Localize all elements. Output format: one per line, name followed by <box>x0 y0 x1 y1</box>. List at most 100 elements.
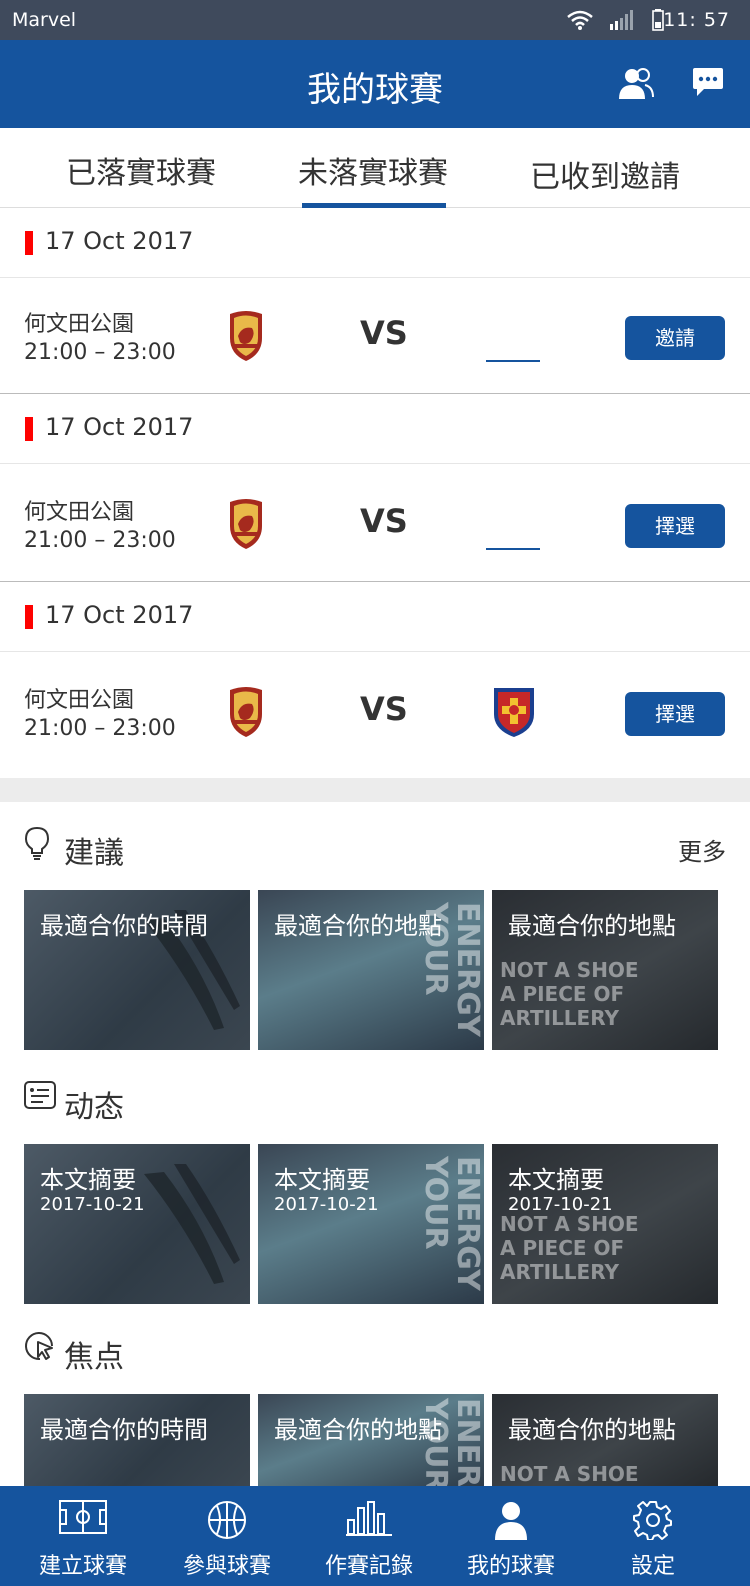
tab-unconfirmed[interactable]: 未落實球賽 <box>298 148 448 192</box>
suggestion-card[interactable]: YOUR ENERGY 最適合你的地點 <box>258 890 484 1050</box>
focus-card[interactable]: NOT A SHOE 最適合你的地點 <box>492 1394 718 1486</box>
match-row: 何文田公園 21:00 – 23:00 VS 邀請 <box>0 276 750 394</box>
focus-header: 焦点 <box>0 1330 750 1375</box>
match-venue: 何文田公園 <box>24 500 135 525</box>
tab-invitations[interactable]: 已收到邀請 <box>530 152 680 196</box>
legs-image-icon <box>144 1164 240 1284</box>
match-row: 何文田公園 21:00 – 23:00 VS 擇選 <box>0 464 750 582</box>
section-title: 焦点 <box>64 1340 124 1375</box>
card-title: 最適合你的地點 <box>274 912 442 940</box>
suggestions-header: 建議 更多 <box>0 826 750 871</box>
versus-label: VS <box>360 502 408 540</box>
match-venue: 何文田公園 <box>24 688 135 713</box>
match-venue: 何文田公園 <box>24 312 135 337</box>
match-tabs: 已落實球賽 未落實球賽 已收到邀請 <box>0 128 750 208</box>
tabbar-item-create-match[interactable]: 建立球賽 <box>8 1486 158 1586</box>
away-team-placeholder <box>486 360 540 362</box>
card-overlay-text: ENERGY <box>450 1156 484 1291</box>
clock: 11: 57 <box>663 9 730 31</box>
more-link[interactable]: 更多 <box>678 832 726 867</box>
select-button[interactable]: 擇選 <box>625 504 725 548</box>
tabbar-item-records[interactable]: 作賽記錄 <box>294 1486 444 1586</box>
tabbar-item-my-matches[interactable]: 我的球賽 <box>436 1486 586 1586</box>
card-overlay-text: YOUR <box>418 1156 453 1250</box>
section-title: 建議 <box>64 836 124 871</box>
ball-icon <box>208 1501 246 1539</box>
card-overlay-text: NOT A SHOE <box>500 958 639 982</box>
card-title: 最適合你的時間 <box>40 1416 208 1444</box>
card-title: 最適合你的地點 <box>508 1416 676 1444</box>
invite-button[interactable]: 邀請 <box>625 316 725 360</box>
date-marker <box>25 605 33 629</box>
suggestion-card[interactable]: NOT A SHOE A PIECE OF ARTILLERY 最適合你的地點 <box>492 890 718 1050</box>
focus-card[interactable]: 最適合你的時間 <box>24 1394 250 1486</box>
card-title: 最適合你的地點 <box>508 912 676 940</box>
news-header: 动态 <box>0 1080 750 1125</box>
card-title: 本文摘要 <box>274 1166 370 1194</box>
suggestion-card[interactable]: 最適合你的時間 <box>24 890 250 1050</box>
tabbar-label: 我的球賽 <box>466 1554 555 1579</box>
home-team-crest-icon <box>230 687 262 737</box>
match-time: 21:00 – 23:00 <box>24 716 176 741</box>
card-overlay-text: NOT A SHOE <box>500 1212 639 1236</box>
card-title: 最適合你的時間 <box>40 912 208 940</box>
home-team-crest-icon <box>230 311 262 361</box>
date-marker <box>25 417 33 441</box>
tabbar-label: 參與球賽 <box>182 1554 271 1579</box>
match-time: 21:00 – 23:00 <box>24 528 176 553</box>
select-button[interactable]: 擇選 <box>625 692 725 736</box>
card-title: 最適合你的地點 <box>274 1416 442 1444</box>
news-card[interactable]: NOT A SHOE A PIECE OF ARTILLERY 本文摘要 201… <box>492 1144 718 1304</box>
cursor-target-icon <box>25 1332 53 1361</box>
home-team-crest-icon <box>230 499 262 549</box>
stats-icon <box>346 1501 392 1536</box>
gear-icon <box>633 1501 672 1540</box>
tabbar-label: 建立球賽 <box>38 1554 127 1579</box>
card-overlay-text: A PIECE OF ARTILLERY <box>500 982 625 1030</box>
bottom-tab-bar: 建立球賽 參與球賽 作賽記錄 我的球賽 設定 <box>0 1486 750 1586</box>
versus-label: VS <box>360 314 408 352</box>
card-title: 本文摘要 <box>508 1166 604 1194</box>
section-title: 动态 <box>64 1090 124 1125</box>
field-icon <box>59 1500 107 1534</box>
match-date-row: 17 Oct 2017 <box>0 582 750 652</box>
tabbar-label: 作賽記錄 <box>324 1554 413 1579</box>
news-card[interactable]: 本文摘要 2017-10-21 <box>24 1144 250 1304</box>
status-bar: Marvel 11: 57 <box>0 0 750 40</box>
match-date-row: 17 Oct 2017 <box>0 394 750 464</box>
chat-icon[interactable] <box>692 66 724 98</box>
signal-icon <box>610 10 633 30</box>
card-overlay-text: NOT A SHOE <box>500 1462 639 1486</box>
card-overlay-text: ENERGY <box>450 902 484 1037</box>
wifi-icon <box>567 10 593 30</box>
away-team-placeholder <box>486 548 540 550</box>
lightbulb-icon <box>24 826 50 860</box>
versus-label: VS <box>360 690 408 728</box>
section-separator <box>0 778 750 802</box>
card-date: 2017-10-21 <box>40 1194 145 1215</box>
card-date: 2017-10-21 <box>508 1194 613 1215</box>
match-row: 何文田公園 21:00 – 23:00 VS 擇選 <box>0 652 750 770</box>
app-header: 我的球賽 <box>0 40 750 128</box>
news-card[interactable]: YOUR ENERGY 本文摘要 2017-10-21 <box>258 1144 484 1304</box>
match-date: 17 Oct 2017 <box>45 601 194 629</box>
tab-confirmed[interactable]: 已落實球賽 <box>66 148 216 192</box>
battery-icon <box>652 9 664 31</box>
carrier-name: Marvel <box>12 9 77 31</box>
card-date: 2017-10-21 <box>274 1194 379 1215</box>
card-overlay-text: ENERGY <box>450 1398 484 1486</box>
users-icon[interactable] <box>618 66 654 100</box>
date-marker <box>25 231 33 255</box>
away-team-crest-icon <box>494 688 534 737</box>
tabbar-label: 設定 <box>630 1554 675 1579</box>
focus-card[interactable]: YOUR ENERGY 最適合你的地點 <box>258 1394 484 1486</box>
tabbar-item-join-match[interactable]: 參與球賽 <box>152 1486 302 1586</box>
person-icon <box>495 1502 527 1540</box>
match-time: 21:00 – 23:00 <box>24 340 176 365</box>
card-title: 本文摘要 <box>40 1166 136 1194</box>
news-icon <box>24 1081 56 1109</box>
tabbar-item-settings[interactable]: 設定 <box>578 1486 728 1586</box>
match-date-row: 17 Oct 2017 <box>0 208 750 278</box>
match-date: 17 Oct 2017 <box>45 413 194 441</box>
match-date: 17 Oct 2017 <box>45 227 194 255</box>
